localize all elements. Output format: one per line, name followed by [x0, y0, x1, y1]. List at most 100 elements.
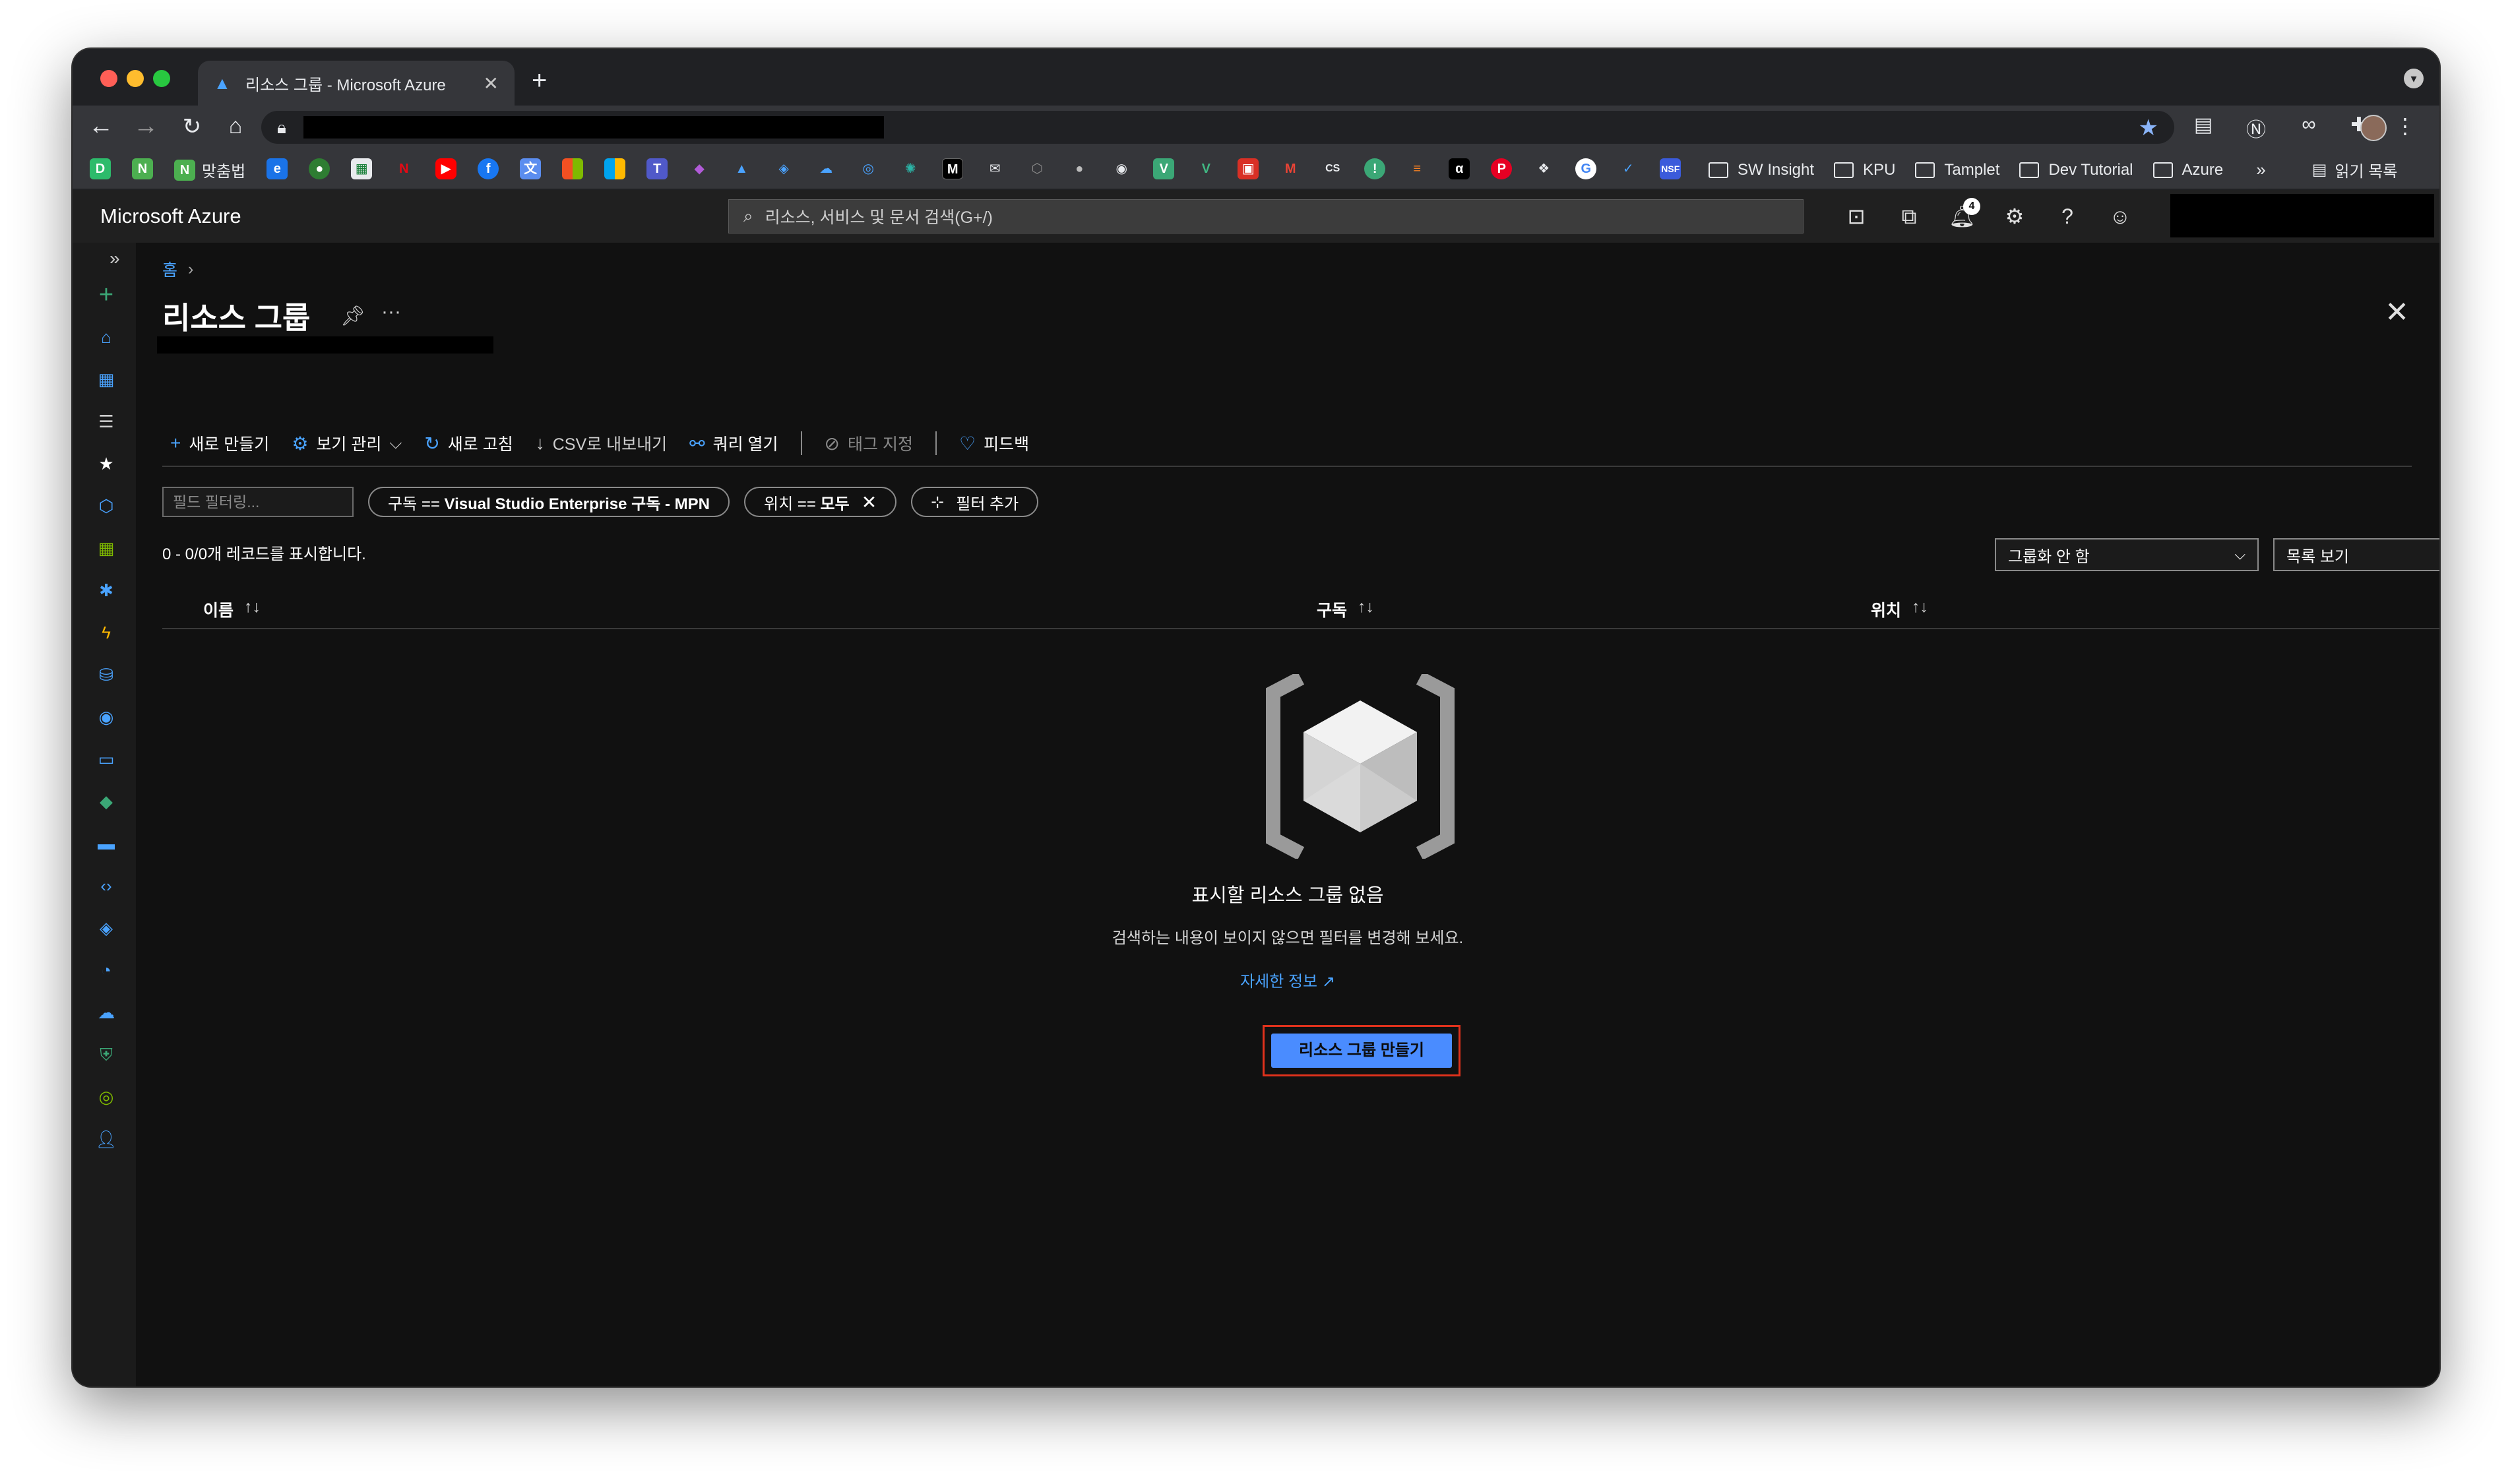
bookmark-translate-icon[interactable]: 文: [520, 158, 542, 179]
maximize-window-button[interactable]: [153, 70, 170, 87]
cast-icon[interactable]: ▤: [2190, 113, 2216, 140]
profile-avatar[interactable]: [2360, 115, 2387, 141]
bookmark-cube-icon[interactable]: ⬡: [1026, 158, 1048, 179]
location-filter-pill[interactable]: 위치 == 모두 ✕: [743, 487, 897, 517]
column-header-subscription[interactable]: 구독 ↑↓: [1317, 598, 1374, 621]
reader-extension-icon[interactable]: ∞: [2296, 113, 2322, 140]
bookmark-star-icon[interactable]: ★: [2139, 115, 2158, 141]
bookmark-powerapps-icon[interactable]: ◆: [689, 158, 710, 179]
bookmark-nsf-icon[interactable]: NSF: [1660, 158, 1681, 179]
remove-filter-icon[interactable]: ✕: [862, 491, 877, 513]
azure-brand[interactable]: Microsoft Azure: [100, 204, 241, 228]
learn-more-link[interactable]: 자세한 정보 ↗: [136, 968, 2439, 991]
close-window-button[interactable]: [100, 70, 117, 87]
bookmark-edge-icon[interactable]: e: [267, 158, 288, 179]
advisor-icon[interactable]: ☁: [95, 1001, 117, 1024]
help-icon[interactable]: ?: [2054, 202, 2081, 231]
bookmarks-overflow-button[interactable]: »: [2256, 160, 2265, 180]
column-header-name[interactable]: 이름 ↑↓: [203, 598, 261, 621]
manage-view-button[interactable]: ⚙ 보기 관리 ⌵: [292, 431, 402, 455]
bookmark-folder-sw-insight[interactable]: SW Insight: [1709, 161, 1814, 179]
bookmark-folder-tamplet[interactable]: Tamplet: [1915, 161, 1999, 179]
open-query-button[interactable]: ⚯ 쿼리 열기: [689, 431, 778, 455]
bookmark-netflix-icon[interactable]: N: [393, 158, 414, 179]
chrome-menu-icon[interactable]: ⋮: [2395, 113, 2416, 139]
bookmark-sheets-icon[interactable]: ▦: [351, 158, 373, 179]
bookmark-globe-icon[interactable]: ●: [309, 158, 330, 179]
bookmark-vue-icon[interactable]: V: [1195, 158, 1216, 179]
more-options-icon[interactable]: ···: [381, 301, 401, 323]
reload-icon[interactable]: ↻: [175, 113, 208, 140]
bookmark-folder-kpu[interactable]: KPU: [1834, 161, 1895, 179]
bookmark-dark-icon[interactable]: α: [1449, 158, 1470, 179]
account-menu-redacted[interactable]: [2170, 194, 2434, 237]
add-filter-button[interactable]: ⊹ 필터 추가: [911, 487, 1039, 517]
dashboard-icon[interactable]: ▦: [95, 368, 117, 390]
bookmark-google-icon[interactable]: G: [1575, 158, 1597, 179]
security-center-icon[interactable]: ⛨: [95, 1043, 117, 1066]
view-select[interactable]: 목록 보기 ⌵: [2273, 538, 2439, 571]
new-tab-button[interactable]: +: [532, 66, 547, 96]
monitor-icon[interactable]: ◔: [95, 959, 117, 981]
bookmark-v-icon[interactable]: V: [1153, 158, 1175, 179]
bookmark-teams-icon[interactable]: T: [646, 158, 668, 179]
bookmark-pinterest-icon[interactable]: P: [1491, 158, 1513, 179]
notion-extension-icon[interactable]: Ⓝ: [2243, 113, 2269, 141]
bookmark-docs-icon[interactable]: D: [90, 158, 111, 179]
cost-management-icon[interactable]: ◎: [95, 1086, 117, 1108]
all-resources-icon[interactable]: ▦: [95, 537, 117, 559]
address-bar[interactable]: 🔒︎ ★: [261, 111, 2174, 144]
tab-search-icon[interactable]: ▾: [2404, 69, 2424, 88]
bookmark-office-icon[interactable]: [604, 158, 626, 179]
expand-menu-icon[interactable]: »: [110, 248, 120, 269]
bookmark-cs-icon[interactable]: CS: [1322, 158, 1343, 179]
home-icon[interactable]: ⌂: [219, 113, 252, 139]
notifications-icon[interactable]: 🔔︎ 4: [1949, 198, 1980, 231]
reading-list-button[interactable]: ▤ 읽기 목록: [2312, 158, 2398, 181]
bookmark-youtube-icon[interactable]: ▶: [435, 158, 457, 179]
load-balancer-icon[interactable]: ◆: [95, 790, 117, 813]
export-csv-button[interactable]: ↓ CSV로 내보내기: [536, 431, 667, 455]
bookmark-onedrive-icon[interactable]: ☁: [815, 158, 836, 179]
resource-groups-icon[interactable]: ⬡: [95, 495, 117, 517]
bookmark-gmail-icon[interactable]: M: [1280, 158, 1301, 179]
tab-close-icon[interactable]: ✕: [484, 73, 499, 94]
bookmark-medium-icon[interactable]: M: [942, 158, 964, 179]
bookmark-folder-azure[interactable]: Azure: [2152, 161, 2223, 179]
bookmark-github-icon[interactable]: ◉: [1111, 158, 1132, 179]
back-icon[interactable]: ←: [84, 112, 117, 140]
create-resource-icon[interactable]: +: [95, 282, 117, 307]
bookmark-apple-icon[interactable]: ●: [1069, 158, 1090, 179]
bookmark-cosmos-icon[interactable]: ✺: [900, 158, 921, 179]
sql-database-icon[interactable]: ⛁: [95, 664, 117, 686]
browser-tab-active[interactable]: ▲ 리소스 그룹 - Microsoft Azure ✕: [198, 61, 515, 106]
storage-accounts-icon[interactable]: ▬: [95, 832, 117, 855]
assign-tags-button[interactable]: ⊘ 태그 지정: [825, 431, 913, 455]
global-search-input[interactable]: ⌕ 리소스, 서비스 및 문서 검색(G+/): [728, 199, 1804, 233]
cloud-shell-icon[interactable]: ⊡: [1843, 202, 1869, 231]
home-nav-icon[interactable]: ⌂: [95, 326, 117, 348]
all-services-icon[interactable]: ☰: [95, 410, 117, 433]
pin-icon[interactable]: 📌︎: [340, 305, 365, 328]
refresh-button[interactable]: ↻ 새로 고침: [424, 431, 513, 455]
bookmark-stackoverflow-icon[interactable]: ≡: [1406, 158, 1428, 179]
grouping-select[interactable]: 그룹화 안 함 ⌵: [1995, 538, 2259, 571]
minimize-window-button[interactable]: [127, 70, 144, 87]
virtual-networks-icon[interactable]: ‹›: [95, 875, 117, 897]
create-button[interactable]: + 새로 만들기: [170, 431, 269, 455]
favorites-star-icon[interactable]: ★: [95, 452, 117, 475]
bookmark-azure-icon[interactable]: ▲: [731, 158, 752, 179]
feedback-smiley-icon[interactable]: ☺: [2107, 202, 2133, 231]
bookmark-network-icon[interactable]: ◎: [858, 158, 879, 179]
feedback-button[interactable]: ♡ 피드백: [959, 431, 1029, 455]
close-blade-icon[interactable]: ✕: [2385, 295, 2409, 329]
bookmark-red-icon[interactable]: ▣: [1238, 158, 1259, 179]
column-header-location[interactable]: 위치 ↑↓: [1871, 598, 1928, 621]
cosmos-db-icon[interactable]: ◉: [95, 706, 117, 728]
function-app-icon[interactable]: ϟ: [95, 621, 117, 644]
help-support-icon[interactable]: 👤︎: [95, 1128, 117, 1150]
bookmark-check-icon[interactable]: ✓: [1617, 158, 1639, 179]
settings-gear-icon[interactable]: ⚙: [2001, 202, 2028, 231]
bookmark-spellcheck[interactable]: N 맞춤법: [174, 158, 245, 181]
azure-ad-icon[interactable]: ◈: [95, 917, 117, 939]
